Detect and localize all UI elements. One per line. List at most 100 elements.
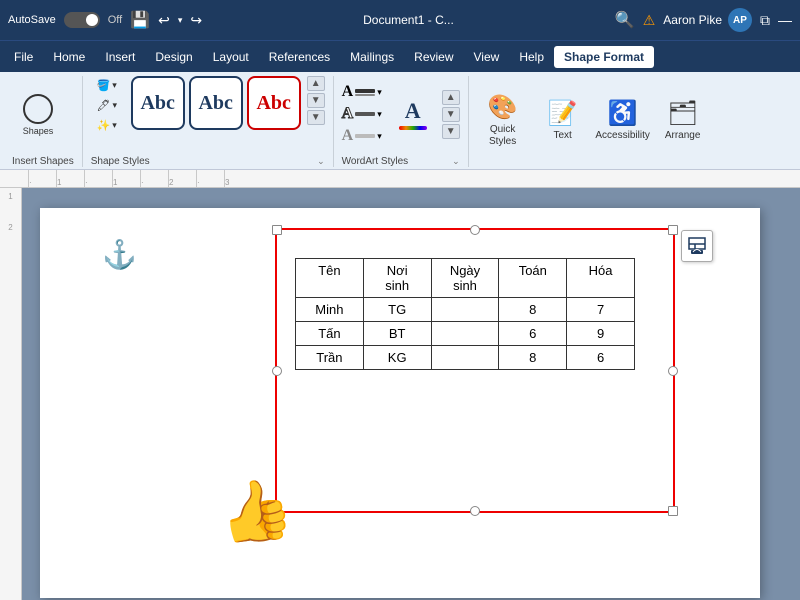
text-outline-arrow[interactable]: ▾ xyxy=(377,109,382,120)
abc-style-1[interactable]: Abc xyxy=(131,76,185,130)
undo-icon[interactable]: ↩ xyxy=(158,12,170,29)
user-name: Aaron Pike xyxy=(663,13,722,27)
cell-ten-3: Trần xyxy=(296,346,364,370)
cell-ngay-2 xyxy=(431,322,499,346)
handle-top-left[interactable] xyxy=(272,225,282,235)
handle-bot-mid[interactable] xyxy=(470,506,480,516)
col-ngay-sinh: Ngàysinh xyxy=(431,259,499,298)
text-button[interactable]: 📝 Text xyxy=(537,88,589,154)
ruler-mark-1: 1 xyxy=(56,170,84,188)
text-outline-color xyxy=(355,112,375,116)
warning-icon: ⚠ xyxy=(643,12,656,29)
wordart-expand-btn[interactable]: ⌄ xyxy=(452,156,460,167)
handle-top-mid[interactable] xyxy=(470,225,480,235)
cell-toan-2: 6 xyxy=(499,322,567,346)
ruler-mark-5: 2 xyxy=(168,170,196,188)
ribbon: Shapes Insert Shapes 🪣 ▾ 🖊 ▾ ✨ ▾ xyxy=(0,72,800,170)
abc-style-2[interactable]: Abc xyxy=(189,76,243,130)
col-ten: Tên xyxy=(296,259,364,298)
minimize-icon[interactable]: — xyxy=(778,12,792,28)
layout-options-icon[interactable] xyxy=(681,230,713,262)
actions-label xyxy=(477,165,709,167)
window-restore-icon[interactable]: ⧉ xyxy=(760,12,770,29)
ruler-mark-4: · xyxy=(140,170,168,188)
menu-design[interactable]: Design xyxy=(145,46,202,68)
text-outline-a-icon: A xyxy=(342,105,354,123)
menu-file[interactable]: File xyxy=(4,46,43,68)
wordart-up[interactable]: ▲ xyxy=(442,90,460,105)
dropdown-arrow2[interactable]: ▾ xyxy=(112,100,117,111)
ribbon-insert-shapes: Shapes Insert Shapes xyxy=(8,76,83,167)
wordart-styles-label: WordArt Styles ⌄ xyxy=(342,154,460,167)
actions-content: 🎨 Quick Styles 📝 Text ♿ Accessibility 🗂 … xyxy=(477,76,709,165)
handle-mid-left[interactable] xyxy=(272,366,282,376)
paint-bucket-icon: 🪣 xyxy=(97,79,111,92)
text-fill-button[interactable]: A ▾ xyxy=(342,83,382,101)
shape-style-down[interactable]: ▼ xyxy=(307,93,325,108)
shape-style-expand[interactable]: ▼ xyxy=(307,110,325,125)
menu-bar: File Home Insert Design Layout Reference… xyxy=(0,40,800,72)
text-effects-arrow[interactable]: ▾ xyxy=(377,131,382,142)
handle-bot-right[interactable] xyxy=(668,506,678,516)
accessibility-button[interactable]: ♿ Accessibility xyxy=(597,88,649,154)
table-header-row: Tên Nơisinh Ngàysinh Toán Hóa xyxy=(296,259,635,298)
table-row: Tấn BT 6 9 xyxy=(296,322,635,346)
abc-style-3[interactable]: Abc xyxy=(247,76,301,130)
shape-fill-button[interactable]: 🪣 ▾ xyxy=(91,76,123,94)
cell-toan-3: 8 xyxy=(499,346,567,370)
shape-style-up[interactable]: ▲ xyxy=(307,76,325,91)
search-icon[interactable]: 🔍 xyxy=(615,10,635,30)
text-outline-button[interactable]: A ▾ xyxy=(342,105,382,123)
menu-review[interactable]: Review xyxy=(404,46,463,68)
autosave-toggle[interactable] xyxy=(64,12,100,28)
cell-noi-3: KG xyxy=(363,346,431,370)
save-icon[interactable]: 💾 xyxy=(130,10,150,30)
page: ⚓ xyxy=(40,208,760,598)
text-fill-a-icon: A xyxy=(342,83,354,101)
menu-shape-format[interactable]: Shape Format xyxy=(554,46,654,68)
table-container: Tên Nơisinh Ngàysinh Toán Hóa Minh TG 8 … xyxy=(295,258,655,370)
data-table: Tên Nơisinh Ngàysinh Toán Hóa Minh TG 8 … xyxy=(295,258,635,370)
table-row: Trần KG 8 6 xyxy=(296,346,635,370)
shape-outline-button[interactable]: 🖊 ▾ xyxy=(91,96,123,114)
quick-styles-button[interactable]: 🎨 Quick Styles xyxy=(477,88,529,154)
col-toan: Toán xyxy=(499,259,567,298)
left-ruler: 1 2 xyxy=(0,188,22,600)
ruler-mark-6: · xyxy=(196,170,224,188)
text-effects-button[interactable]: A ▾ xyxy=(342,127,382,145)
ruler-marks: · 1 · 1 · 2 · 3 xyxy=(28,170,252,188)
shape-circle-icon xyxy=(23,94,53,124)
menu-layout[interactable]: Layout xyxy=(203,46,259,68)
toggle-state-label: Off xyxy=(108,14,122,26)
handle-mid-right[interactable] xyxy=(668,366,678,376)
wordart-rainbow-bar xyxy=(399,126,427,130)
wordart-expand[interactable]: ▼ xyxy=(442,124,460,139)
autosave-label: AutoSave xyxy=(8,14,56,26)
avatar[interactable]: AP xyxy=(728,8,752,32)
arrange-button[interactable]: 🗂 Arrange xyxy=(657,88,709,154)
dropdown-arrow3[interactable]: ▾ xyxy=(112,120,117,131)
ruler-mark-2: · xyxy=(84,170,112,188)
menu-home[interactable]: Home xyxy=(43,46,95,68)
menu-help[interactable]: Help xyxy=(509,46,554,68)
wordart-down[interactable]: ▼ xyxy=(442,107,460,122)
shape-style-arrows: ▲ ▼ ▼ xyxy=(307,76,325,125)
dropdown-arrow[interactable]: ▾ xyxy=(112,80,117,91)
shape-oval-button[interactable]: Shapes xyxy=(12,89,64,141)
thumbs-up-emoji: 👍 xyxy=(212,470,298,553)
menu-view[interactable]: View xyxy=(464,46,510,68)
shape-styles-expand[interactable]: ⌄ xyxy=(317,156,325,167)
text-fill-arrow[interactable]: ▾ xyxy=(377,87,382,98)
menu-mailings[interactable]: Mailings xyxy=(340,46,404,68)
insert-shapes-label: Insert Shapes xyxy=(12,154,74,167)
text-fill-color xyxy=(355,89,375,96)
text-format-buttons: A ▾ A ▾ A xyxy=(342,83,382,145)
shape-effects-button[interactable]: ✨ ▾ xyxy=(91,116,123,134)
undo-dropdown-icon[interactable]: ▾ xyxy=(178,15,183,26)
menu-insert[interactable]: Insert xyxy=(95,46,145,68)
handle-top-right[interactable] xyxy=(668,225,678,235)
redo-icon[interactable]: ↪ xyxy=(190,12,202,29)
ribbon-wordart-styles: A ▾ A ▾ A xyxy=(338,76,469,167)
menu-references[interactable]: References xyxy=(259,46,340,68)
wordart-style-btn[interactable]: A xyxy=(390,98,436,130)
